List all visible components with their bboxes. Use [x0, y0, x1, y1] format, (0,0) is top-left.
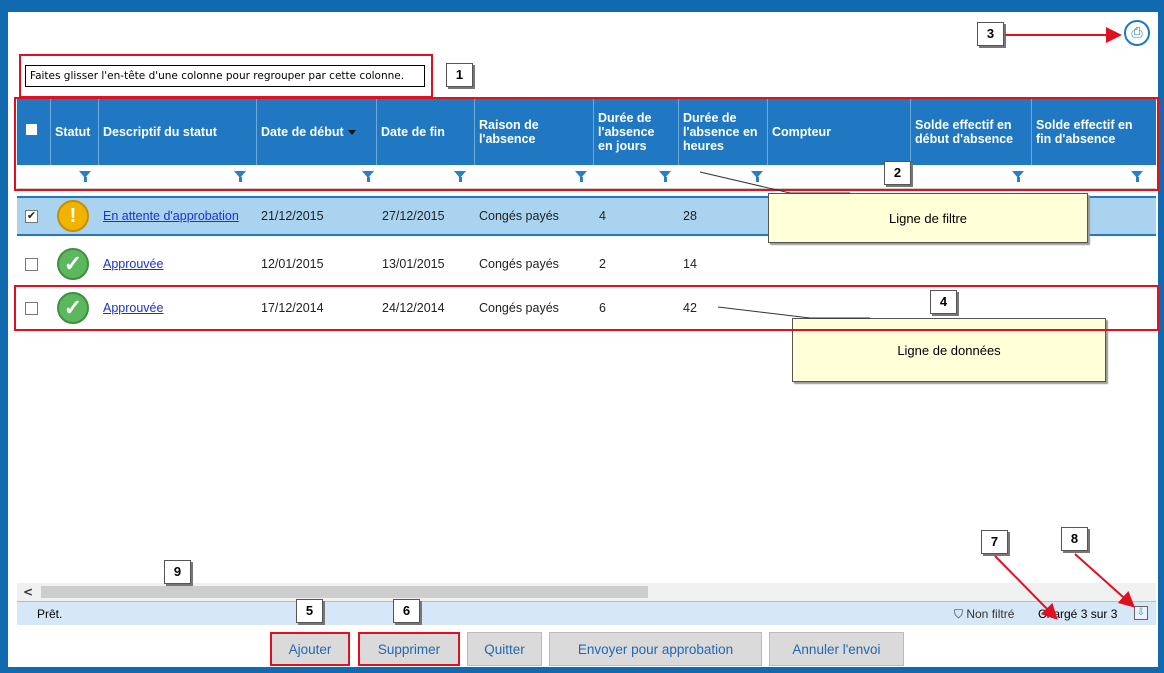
send-for-approval-button[interactable]: Envoyer pour approbation: [549, 632, 762, 666]
filter-row-tooltip: Ligne de filtre: [768, 193, 1088, 243]
row-select[interactable]: ✔: [25, 198, 38, 234]
quit-button[interactable]: Quitter: [467, 632, 542, 666]
end-date-cell: 13/01/2015: [382, 257, 445, 271]
warning-icon: !: [57, 200, 89, 232]
callout-9: 9: [164, 560, 191, 584]
end-date-cell: 27/12/2015: [382, 209, 445, 223]
callout-1: 1: [446, 63, 473, 87]
days-cell: 2: [599, 257, 606, 271]
status-link-cell: Approuvée: [103, 244, 163, 284]
table-row[interactable]: ✓ Approuvée 12/01/2015 13/01/2015 Congés…: [17, 244, 1156, 284]
scroll-thumb[interactable]: [41, 586, 648, 598]
start-date-cell: 12/01/2015: [261, 257, 324, 271]
status-link[interactable]: Approuvée: [103, 257, 163, 271]
callout-3: 3: [977, 22, 1004, 46]
reason-cell: Congés payés: [479, 209, 559, 223]
print-icon[interactable]: ⎙: [1124, 20, 1150, 46]
annotation-box-data-row: [14, 285, 1159, 331]
status-cell: ✓: [57, 244, 89, 284]
cancel-send-button[interactable]: Annuler l'envoi: [769, 632, 904, 666]
status-cell: !: [57, 198, 89, 234]
callout-6: 6: [393, 599, 420, 623]
scroll-left-icon[interactable]: <: [23, 586, 33, 598]
annotation-box-group-panel: [19, 54, 433, 98]
callout-5: 5: [296, 599, 323, 623]
callout-7: 7: [981, 530, 1008, 554]
days-cell: 4: [599, 209, 606, 223]
row-checkbox[interactable]: ✔: [25, 209, 38, 223]
callout-8: 8: [1061, 527, 1088, 551]
reason-cell: Congés payés: [479, 257, 559, 271]
hours-cell: 28: [683, 209, 697, 223]
status-ready: Prêt.: [37, 607, 63, 621]
check-circle-icon: ✓: [57, 248, 89, 280]
callout-4: 4: [930, 290, 957, 314]
annotation-box-header: [14, 97, 1159, 191]
absence-grid-screen: ⎙ Faites glisser l'en-tête d'une colonne…: [0, 0, 1164, 673]
add-button[interactable]: Ajouter: [270, 632, 350, 666]
loaded-count: Chargé 3 sur 3: [1038, 607, 1118, 621]
filter-status[interactable]: ⛉ Non filtré: [954, 607, 1014, 622]
row-select[interactable]: [25, 244, 38, 284]
load-more-icon[interactable]: ⇩: [1134, 606, 1148, 620]
hours-cell: 14: [683, 257, 697, 271]
delete-button[interactable]: Supprimer: [358, 632, 460, 666]
callout-2: 2: [884, 161, 911, 185]
window-left-border: [0, 0, 8, 673]
status-bar: Prêt. ⛉ Non filtré Chargé 3 sur 3 ⇩: [17, 601, 1156, 625]
status-link-cell: En attente d'approbation: [103, 198, 239, 234]
window-top-border: [0, 0, 1164, 12]
horizontal-scrollbar[interactable]: <: [17, 583, 1156, 601]
start-date-cell: 21/12/2015: [261, 209, 324, 223]
filter-status-label: Non filtré: [966, 607, 1015, 621]
status-link[interactable]: En attente d'approbation: [103, 209, 239, 223]
row-checkbox[interactable]: [25, 257, 38, 271]
window-bottom-border: [0, 667, 1164, 673]
